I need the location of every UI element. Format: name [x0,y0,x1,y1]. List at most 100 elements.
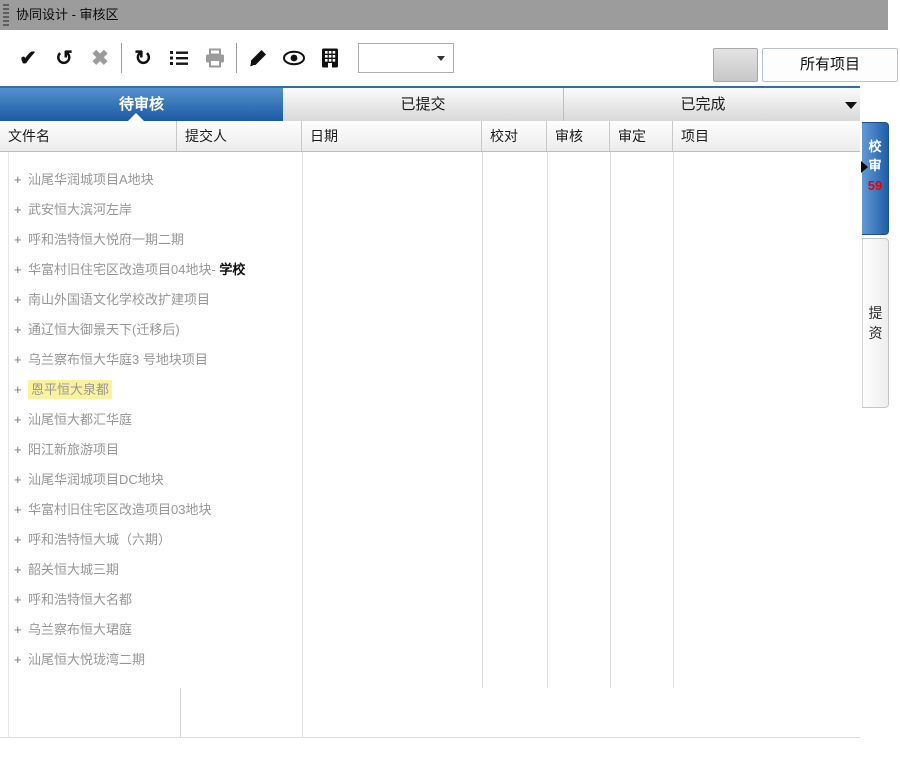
all-projects-button[interactable]: 所有项目 [762,48,898,82]
list-item[interactable]: + 乌兰察布恒大华庭3 号地块项目 [0,345,600,375]
project-name: 恩平恒大泉都 [28,380,112,399]
undo-icon: ↺ [55,46,73,71]
print-button[interactable] [197,41,233,75]
column-header-date[interactable]: 日期 [302,121,482,151]
expand-plus-icon[interactable]: + [14,345,24,375]
column-header-project[interactable]: 项目 [673,121,860,151]
list-item[interactable]: + 乌兰察布恒大珺庭 [0,615,600,645]
project-grid-button[interactable] [312,41,348,75]
expand-plus-icon[interactable]: + [14,435,24,465]
preview-button[interactable] [276,41,312,75]
edit-button[interactable] [240,41,276,75]
expand-plus-icon[interactable]: + [14,375,24,405]
tab-bar: 待审核 已提交 已完成 [0,86,860,121]
toolbar-separator [121,43,122,73]
list-item[interactable]: + 汕尾华润城项目A地块 [0,165,600,195]
column-header-filename[interactable]: 文件名 [0,121,177,151]
project-name: 乌兰察布恒大珺庭 [28,622,132,637]
side-tab-review[interactable]: 校审 59 [862,122,889,235]
column-header-proofread[interactable]: 校对 [482,121,547,151]
expand-plus-icon[interactable]: + [14,165,24,195]
tab-completed[interactable]: 已完成 [563,88,843,121]
column-header-approve[interactable]: 审定 [610,121,673,151]
confirm-button[interactable]: ✔ [10,41,46,75]
expand-plus-icon[interactable]: + [14,585,24,615]
expand-plus-icon[interactable]: + [14,525,24,555]
cancel-button[interactable]: ✖ [82,41,118,75]
project-name: 乌兰察布恒大华庭3 号地块项目 [28,352,208,367]
project-name: 阳江新旅游项目 [28,442,119,457]
project-name: 通辽恒大御景天下(迁移后) [28,322,180,337]
project-name: 呼和浩特恒大城（六期） [28,532,171,547]
list-item[interactable]: + 汕尾恒大都汇华庭 [0,405,600,435]
project-name: 汕尾华润城项目A地块 [28,172,154,187]
column-header-submitter[interactable]: 提交人 [177,121,302,151]
window-title: 协同设计 - 审核区 [16,0,119,30]
expand-plus-icon[interactable]: + [14,645,24,675]
project-name: 华富村旧住宅区改造项目03地块 [28,502,211,517]
list-item[interactable]: + 华富村旧住宅区改造项目04地块- 学校 [0,255,600,285]
list-item[interactable]: + 呼和浩特恒大城（六期） [0,525,600,555]
list-view-button[interactable] [161,41,197,75]
tab-submitted[interactable]: 已提交 [283,88,564,121]
toolbar-separator [236,43,237,73]
list-item[interactable]: + 华富村旧住宅区改造项目03地块 [0,495,600,525]
refresh-icon: ↻ [134,46,152,71]
toggle-button[interactable] [713,48,758,82]
refresh-button[interactable]: ↻ [125,41,161,75]
list-item[interactable]: + 南山外国语文化学校改扩建项目 [0,285,600,315]
project-name: 韶关恒大城三期 [28,562,119,577]
list-item[interactable]: + 汕尾恒大悦珑湾二期 [0,645,600,675]
project-name: 汕尾华润城项目DC地块 [28,472,164,487]
list-item[interactable]: + 韶关恒大城三期 [0,555,600,585]
table-header: 文件名 提交人 日期 校对 审核 审定 项目 [0,121,860,152]
side-tab-tizi-label: 提资 [869,303,883,343]
side-tab-review-label: 校审 [869,137,882,175]
expand-plus-icon[interactable]: + [14,285,24,315]
project-name: 武安恒大滨河左岸 [28,202,132,217]
project-name: 汕尾恒大悦珑湾二期 [28,652,145,667]
chevron-down-icon [437,56,445,61]
building-icon [319,47,341,69]
side-tab-tizi[interactable]: 提资 [862,238,889,408]
list-item[interactable]: + 阳江新旅游项目 [0,435,600,465]
filter-combobox[interactable] [358,43,454,73]
window-titlebar: 协同设计 - 审核区 [0,0,888,30]
expand-plus-icon[interactable]: + [14,555,24,585]
printer-icon [204,47,226,69]
active-tab-marker [128,113,144,121]
project-name: 呼和浩特恒大名都 [28,592,132,607]
tab-overflow-dropdown-icon[interactable] [845,102,857,109]
expand-plus-icon[interactable]: + [14,495,24,525]
cancel-x-icon: ✖ [91,46,109,71]
grid-line [610,152,611,688]
expand-plus-icon[interactable]: + [14,405,24,435]
project-name: 呼和浩特恒大悦府一期二期 [28,232,184,247]
project-name: 南山外国语文化学校改扩建项目 [28,292,210,307]
list-item[interactable]: + 通辽恒大御景天下(迁移后) [0,315,600,345]
drag-grip-icon[interactable] [3,4,9,26]
grid-line [673,152,674,688]
project-name: 华富村旧住宅区改造项目04地块- [28,262,216,277]
project-name-bold-suffix: 学校 [219,262,245,277]
file-list: + 汕尾华润城项目A地块 + 武安恒大滨河左岸 + 呼和浩特恒大悦府一期二期 + 华富村… [0,152,860,738]
eye-icon [282,46,306,70]
expand-plus-icon[interactable]: + [14,615,24,645]
list-item[interactable]: + 呼和浩特恒大名都 [0,585,600,615]
list-item[interactable]: +恩平恒大泉都 [0,375,600,405]
expand-plus-icon[interactable]: + [14,195,24,225]
active-pointer-icon [861,161,868,173]
expand-plus-icon[interactable]: + [14,315,24,345]
expand-plus-icon[interactable]: + [14,465,24,495]
list-icon [168,47,190,69]
expand-plus-icon[interactable]: + [14,255,24,285]
list-item[interactable]: + 汕尾华润城项目DC地块 [0,465,600,495]
expand-plus-icon[interactable]: + [14,225,24,255]
list-item[interactable]: + 呼和浩特恒大悦府一期二期 [0,225,600,255]
undo-button[interactable]: ↺ [46,41,82,75]
project-name: 汕尾恒大都汇华庭 [28,412,132,427]
list-item[interactable]: + 武安恒大滨河左岸 [0,195,600,225]
pencil-icon [247,47,269,69]
confirm-check-icon: ✔ [19,46,37,71]
column-header-review[interactable]: 审核 [547,121,610,151]
